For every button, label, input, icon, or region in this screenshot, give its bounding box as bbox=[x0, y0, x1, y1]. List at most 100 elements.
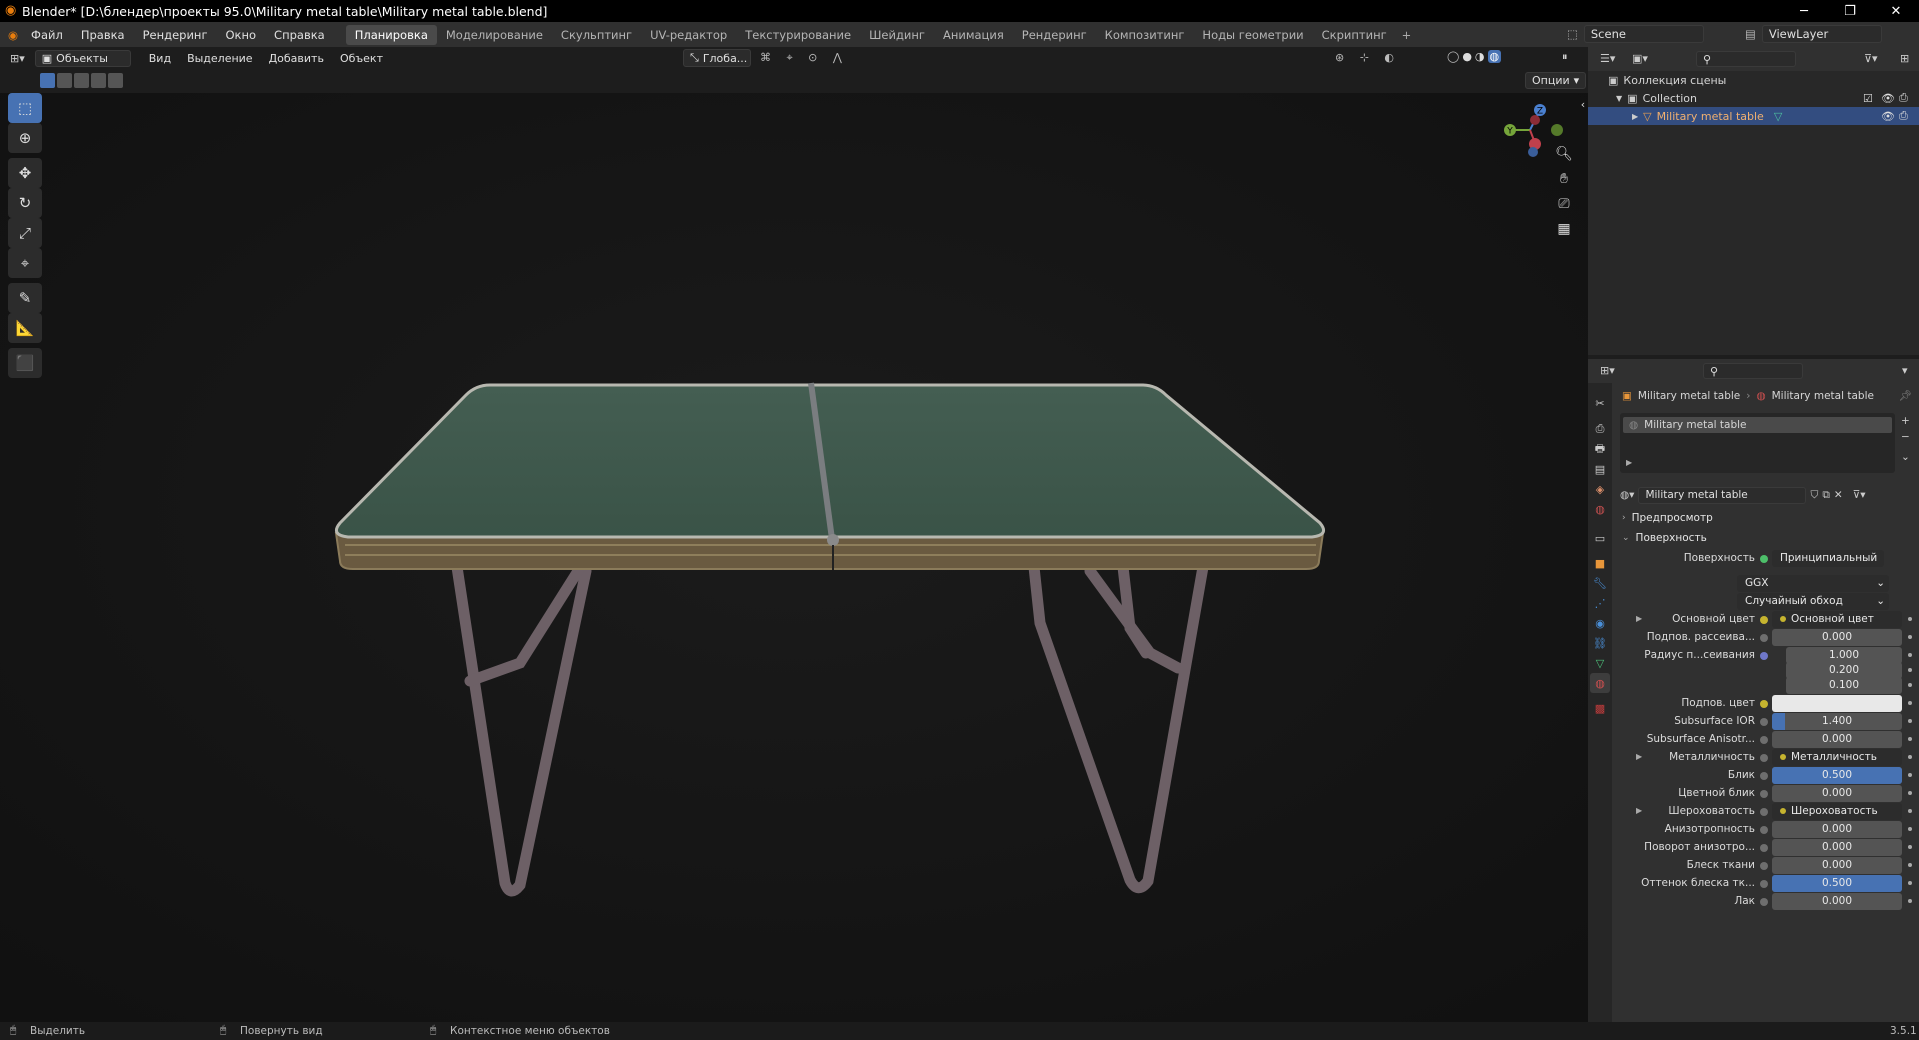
select-intersect-icon[interactable] bbox=[108, 73, 123, 88]
subsurface-method-dropdown[interactable]: Случайный обход ⌄ bbox=[1737, 593, 1889, 610]
number-field[interactable]: 0.500 bbox=[1772, 767, 1902, 784]
outliner-editor-icon[interactable]: ☰▾ bbox=[1600, 52, 1615, 65]
constraints-tab-icon[interactable]: ⛓︎ bbox=[1590, 633, 1610, 653]
fake-user-shield-icon[interactable]: ⛉ bbox=[1810, 489, 1818, 502]
number-field[interactable]: 0.000 bbox=[1772, 857, 1902, 874]
material-name-field[interactable]: Military metal table bbox=[1638, 486, 1807, 504]
input-socket-icon[interactable] bbox=[1760, 844, 1768, 852]
browse-material-icon[interactable]: ◍▾ bbox=[1620, 489, 1634, 501]
close-button[interactable]: ✕ bbox=[1873, 0, 1919, 22]
filter-icon[interactable]: ⊽▾ bbox=[1864, 52, 1878, 65]
keyframe-dot-icon[interactable] bbox=[1908, 668, 1912, 672]
material-options-icon[interactable]: ⊽▾ bbox=[1853, 489, 1866, 501]
input-socket-icon[interactable] bbox=[1760, 826, 1768, 834]
viewport-menu-item[interactable]: Объект bbox=[332, 52, 391, 65]
select-invert-icon[interactable] bbox=[91, 73, 106, 88]
number-field[interactable]: 0.000 bbox=[1772, 785, 1902, 802]
transform-tool[interactable]: ⌖ bbox=[8, 248, 42, 278]
outliner-scene-collection-row[interactable]: ▣ Коллекция сцены bbox=[1588, 71, 1919, 89]
physics-tab-icon[interactable]: ◉ bbox=[1590, 613, 1610, 633]
select-new-icon[interactable] bbox=[40, 73, 55, 88]
slot-menu-icon[interactable]: ⌄ bbox=[1901, 451, 1910, 463]
visibility-eye-icon[interactable]: 👁︎ bbox=[1881, 92, 1895, 105]
camera-icon[interactable]: ⎚ bbox=[1553, 193, 1575, 215]
expand-arrow-icon[interactable]: ▶ bbox=[1632, 112, 1638, 121]
view-layer-field[interactable]: ViewLayer bbox=[1761, 25, 1882, 43]
input-socket-icon[interactable] bbox=[1760, 700, 1768, 708]
number-field[interactable]: 0.500 bbox=[1772, 875, 1902, 892]
menu-item[interactable]: Справка bbox=[265, 28, 334, 42]
workspace-tab[interactable]: Планировка bbox=[345, 24, 437, 45]
keyframe-dot-icon[interactable] bbox=[1908, 635, 1912, 639]
solid-shading-icon[interactable]: ● bbox=[1462, 50, 1472, 63]
material-shading-icon[interactable]: ◑ bbox=[1475, 50, 1485, 63]
expand-input-icon[interactable]: ▶ bbox=[1636, 614, 1642, 623]
mode-dropdown[interactable]: ▣ Объекты bbox=[34, 49, 131, 67]
select-subtract-icon[interactable] bbox=[74, 73, 89, 88]
expand-input-icon[interactable]: ▶ bbox=[1636, 752, 1642, 761]
workspace-tab[interactable]: Композитинг bbox=[1096, 25, 1194, 45]
pan-hand-icon[interactable]: ✋︎ bbox=[1553, 168, 1575, 190]
input-socket-icon[interactable] bbox=[1760, 754, 1768, 762]
input-socket-icon[interactable] bbox=[1760, 790, 1768, 798]
particles-tab-icon[interactable]: ⋰ bbox=[1590, 593, 1610, 613]
number-field[interactable]: 0.100 bbox=[1786, 677, 1902, 694]
workspace-tab[interactable]: Скриптинг bbox=[1313, 25, 1396, 45]
number-field[interactable]: 0.000 bbox=[1772, 731, 1902, 748]
number-field[interactable]: 0.000 bbox=[1772, 629, 1902, 646]
keyframe-dot-icon[interactable] bbox=[1908, 701, 1912, 705]
move-tool[interactable]: ✥ bbox=[8, 158, 42, 188]
keyframe-dot-icon[interactable] bbox=[1908, 899, 1912, 903]
slot-expand-arrow-icon[interactable]: ▶ bbox=[1626, 458, 1632, 467]
input-socket-icon[interactable] bbox=[1760, 898, 1768, 906]
surface-panel-header[interactable]: ⌄ Поверхность bbox=[1616, 528, 1915, 548]
new-collection-icon[interactable]: ⊞ bbox=[1900, 52, 1909, 65]
menu-item[interactable]: Окно bbox=[216, 28, 265, 42]
keyframe-dot-icon[interactable] bbox=[1908, 617, 1912, 621]
collapse-arrow-icon[interactable]: ▼ bbox=[1616, 94, 1622, 103]
workspace-tab[interactable]: Шейдинг bbox=[860, 25, 934, 45]
view-layer-selector[interactable]: ▤ ViewLayer bbox=[1745, 25, 1882, 43]
3d-viewport[interactable]: ⬚ ⊕ ✥ ↻ ⤢ ⌖ ✎ 📐 ⬛ Z Y 🔍︎ ✋︎ ⎚ ▦ ‹ bbox=[0, 93, 1588, 1022]
snapping-icons[interactable]: ⌘ ⌖ ⊙ ⋀ bbox=[760, 51, 848, 65]
keyframe-dot-icon[interactable] bbox=[1908, 863, 1912, 867]
grid-view-icon[interactable]: ▦ bbox=[1553, 218, 1575, 240]
measure-tool[interactable]: 📐 bbox=[8, 313, 42, 343]
workspace-tab[interactable]: Моделирование bbox=[437, 25, 552, 45]
visibility-icons[interactable]: ⊛ ⊹ ◐ bbox=[1335, 51, 1400, 64]
orientation-dropdown[interactable]: ⤡ Глоба... bbox=[683, 49, 751, 67]
output-tab-icon[interactable]: 🖶︎ bbox=[1590, 439, 1610, 459]
scene-field[interactable]: Scene bbox=[1583, 25, 1704, 43]
input-socket-icon[interactable] bbox=[1760, 862, 1768, 870]
zoom-icon[interactable]: 🔍︎ bbox=[1553, 143, 1575, 165]
select-box-tool[interactable]: ⬚ bbox=[8, 93, 42, 123]
annotate-tool[interactable]: ✎ bbox=[8, 283, 42, 313]
properties-editor-icon[interactable]: ⊞▾ bbox=[1600, 364, 1615, 377]
keyframe-dot-icon[interactable] bbox=[1908, 881, 1912, 885]
add-cube-tool[interactable]: ⬛ bbox=[8, 348, 42, 378]
wireframe-shading-icon[interactable]: ◯ bbox=[1447, 50, 1459, 63]
keyframe-dot-icon[interactable] bbox=[1908, 755, 1912, 759]
pin-icon[interactable]: 📌︎ bbox=[1899, 389, 1912, 402]
keyframe-dot-icon[interactable] bbox=[1908, 737, 1912, 741]
add-slot-icon[interactable]: + bbox=[1901, 415, 1910, 427]
add-workspace-button[interactable]: + bbox=[1396, 28, 1418, 42]
object-tab-icon[interactable]: ■ bbox=[1590, 553, 1610, 573]
editor-type-icon[interactable]: ⊞▾ bbox=[10, 52, 25, 65]
viewport-menu-item[interactable]: Добавить bbox=[261, 52, 332, 65]
render-tab-icon[interactable]: ⎙ bbox=[1590, 419, 1610, 439]
select-extend-icon[interactable] bbox=[57, 73, 72, 88]
scene-selector[interactable]: ⬚ Scene bbox=[1567, 25, 1704, 43]
number-field[interactable]: 0.000 bbox=[1772, 839, 1902, 856]
world-tab-icon[interactable]: ◍ bbox=[1590, 499, 1610, 519]
options-dropdown[interactable]: Опции ▾ bbox=[1525, 72, 1587, 89]
linked-input-field[interactable]: Шероховатость bbox=[1772, 803, 1902, 820]
texture-tab-icon[interactable]: ▩ bbox=[1590, 698, 1610, 718]
duplicate-material-icon[interactable]: ⧉ bbox=[1822, 489, 1830, 502]
menu-item[interactable]: Рендеринг bbox=[134, 28, 217, 42]
menu-item[interactable]: Правка bbox=[72, 28, 134, 42]
scale-tool[interactable]: ⤢ bbox=[8, 218, 42, 248]
collection-tab-icon[interactable]: ▭ bbox=[1590, 528, 1610, 548]
color-swatch[interactable] bbox=[1772, 695, 1902, 712]
input-socket-icon[interactable] bbox=[1760, 652, 1768, 660]
